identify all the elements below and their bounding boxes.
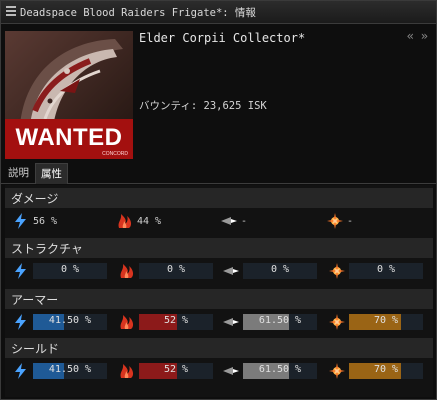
resist-value: 52 %	[163, 315, 189, 326]
em-damage-icon	[11, 313, 31, 331]
structure-thermal-resist-bar: 0 %	[139, 263, 213, 279]
em-damage-icon	[11, 212, 31, 230]
damage-value: -	[347, 216, 354, 227]
structure-explosive-resist-bar: 0 %	[349, 263, 423, 279]
menu-icon[interactable]	[6, 6, 16, 16]
resist-value: 41.50 %	[48, 364, 92, 375]
resist-value: 70 %	[373, 315, 399, 326]
explosive-damage-icon	[327, 362, 347, 380]
resist-value: 0 %	[270, 264, 290, 275]
thermal-damage-icon	[115, 212, 135, 230]
resist-value: 70 %	[373, 364, 399, 375]
resist-value: 0 %	[376, 264, 396, 275]
damage-value: -	[241, 216, 248, 227]
thermal-damage-icon	[117, 362, 137, 380]
wanted-sub-label: CONCORD	[102, 151, 128, 157]
tab-bar: 説明 属性	[1, 163, 436, 184]
ship-name: Elder Corpii Collector*	[139, 31, 306, 45]
resist-value: 0 %	[60, 264, 80, 275]
em-damage-icon	[11, 362, 31, 380]
armor-thermal-resist-bar: 52 %	[139, 314, 213, 330]
kinetic-damage-icon	[221, 313, 241, 331]
armor-section-header: アーマー	[5, 289, 433, 309]
wanted-label: WANTED	[15, 124, 123, 151]
ship-portrait: WANTED CONCORD	[5, 31, 133, 159]
explosive-damage-icon	[325, 212, 345, 230]
resist-value: 0 %	[166, 264, 186, 275]
resist-value: 61.50 %	[258, 364, 302, 375]
wanted-banner: WANTED CONCORD	[5, 119, 133, 159]
structure-kinetic-resist-bar: 0 %	[243, 263, 317, 279]
tab-attributes[interactable]: 属性	[35, 163, 68, 184]
explosive-damage-icon	[327, 262, 347, 280]
damage-value: 44 %	[137, 216, 162, 227]
shield-explosive-resist-bar: 70 %	[349, 363, 423, 379]
thermal-damage-icon	[117, 262, 137, 280]
shield-kinetic-resist-bar: 61.50 %	[243, 363, 317, 379]
chevron-left-icon[interactable]: «	[407, 29, 414, 43]
info-window: Deadspace Blood Raiders Frigate*: 情報 WAN…	[0, 0, 437, 400]
armor-explosive-resist-bar: 70 %	[349, 314, 423, 330]
shield-em-resist-bar: 41.50 %	[33, 363, 107, 379]
structure-em-resist-bar: 0 %	[33, 263, 107, 279]
damage-section-header: ダメージ	[5, 188, 433, 208]
damage-value: 56 %	[33, 216, 58, 227]
title-bar[interactable]: Deadspace Blood Raiders Frigate*: 情報	[1, 1, 436, 24]
damage-title: ダメージ	[11, 192, 59, 206]
pin-icon[interactable]: »	[421, 29, 428, 43]
kinetic-damage-icon	[221, 262, 241, 280]
shield-title: シールド	[11, 342, 60, 356]
armor-title: アーマー	[11, 293, 59, 307]
tab-description[interactable]: 説明	[3, 163, 34, 183]
shield-section-header: シールド	[5, 338, 433, 358]
structure-title: ストラクチャ	[11, 242, 83, 256]
armor-kinetic-resist-bar: 61.50 %	[243, 314, 317, 330]
explosive-damage-icon	[327, 313, 347, 331]
resist-value: 41.50 %	[48, 315, 92, 326]
bounty-text: バウンティ: 23,625 ISK	[139, 100, 267, 112]
kinetic-damage-icon	[221, 362, 241, 380]
resist-value: 52 %	[163, 364, 189, 375]
em-damage-icon	[11, 262, 31, 280]
resist-value: 61.50 %	[258, 315, 302, 326]
armor-em-resist-bar: 41.50 %	[33, 314, 107, 330]
shield-thermal-resist-bar: 52 %	[139, 363, 213, 379]
kinetic-damage-icon	[219, 212, 239, 230]
thermal-damage-icon	[117, 313, 137, 331]
window-title: Deadspace Blood Raiders Frigate*: 情報	[20, 7, 256, 19]
structure-section-header: ストラクチャ	[5, 238, 433, 258]
